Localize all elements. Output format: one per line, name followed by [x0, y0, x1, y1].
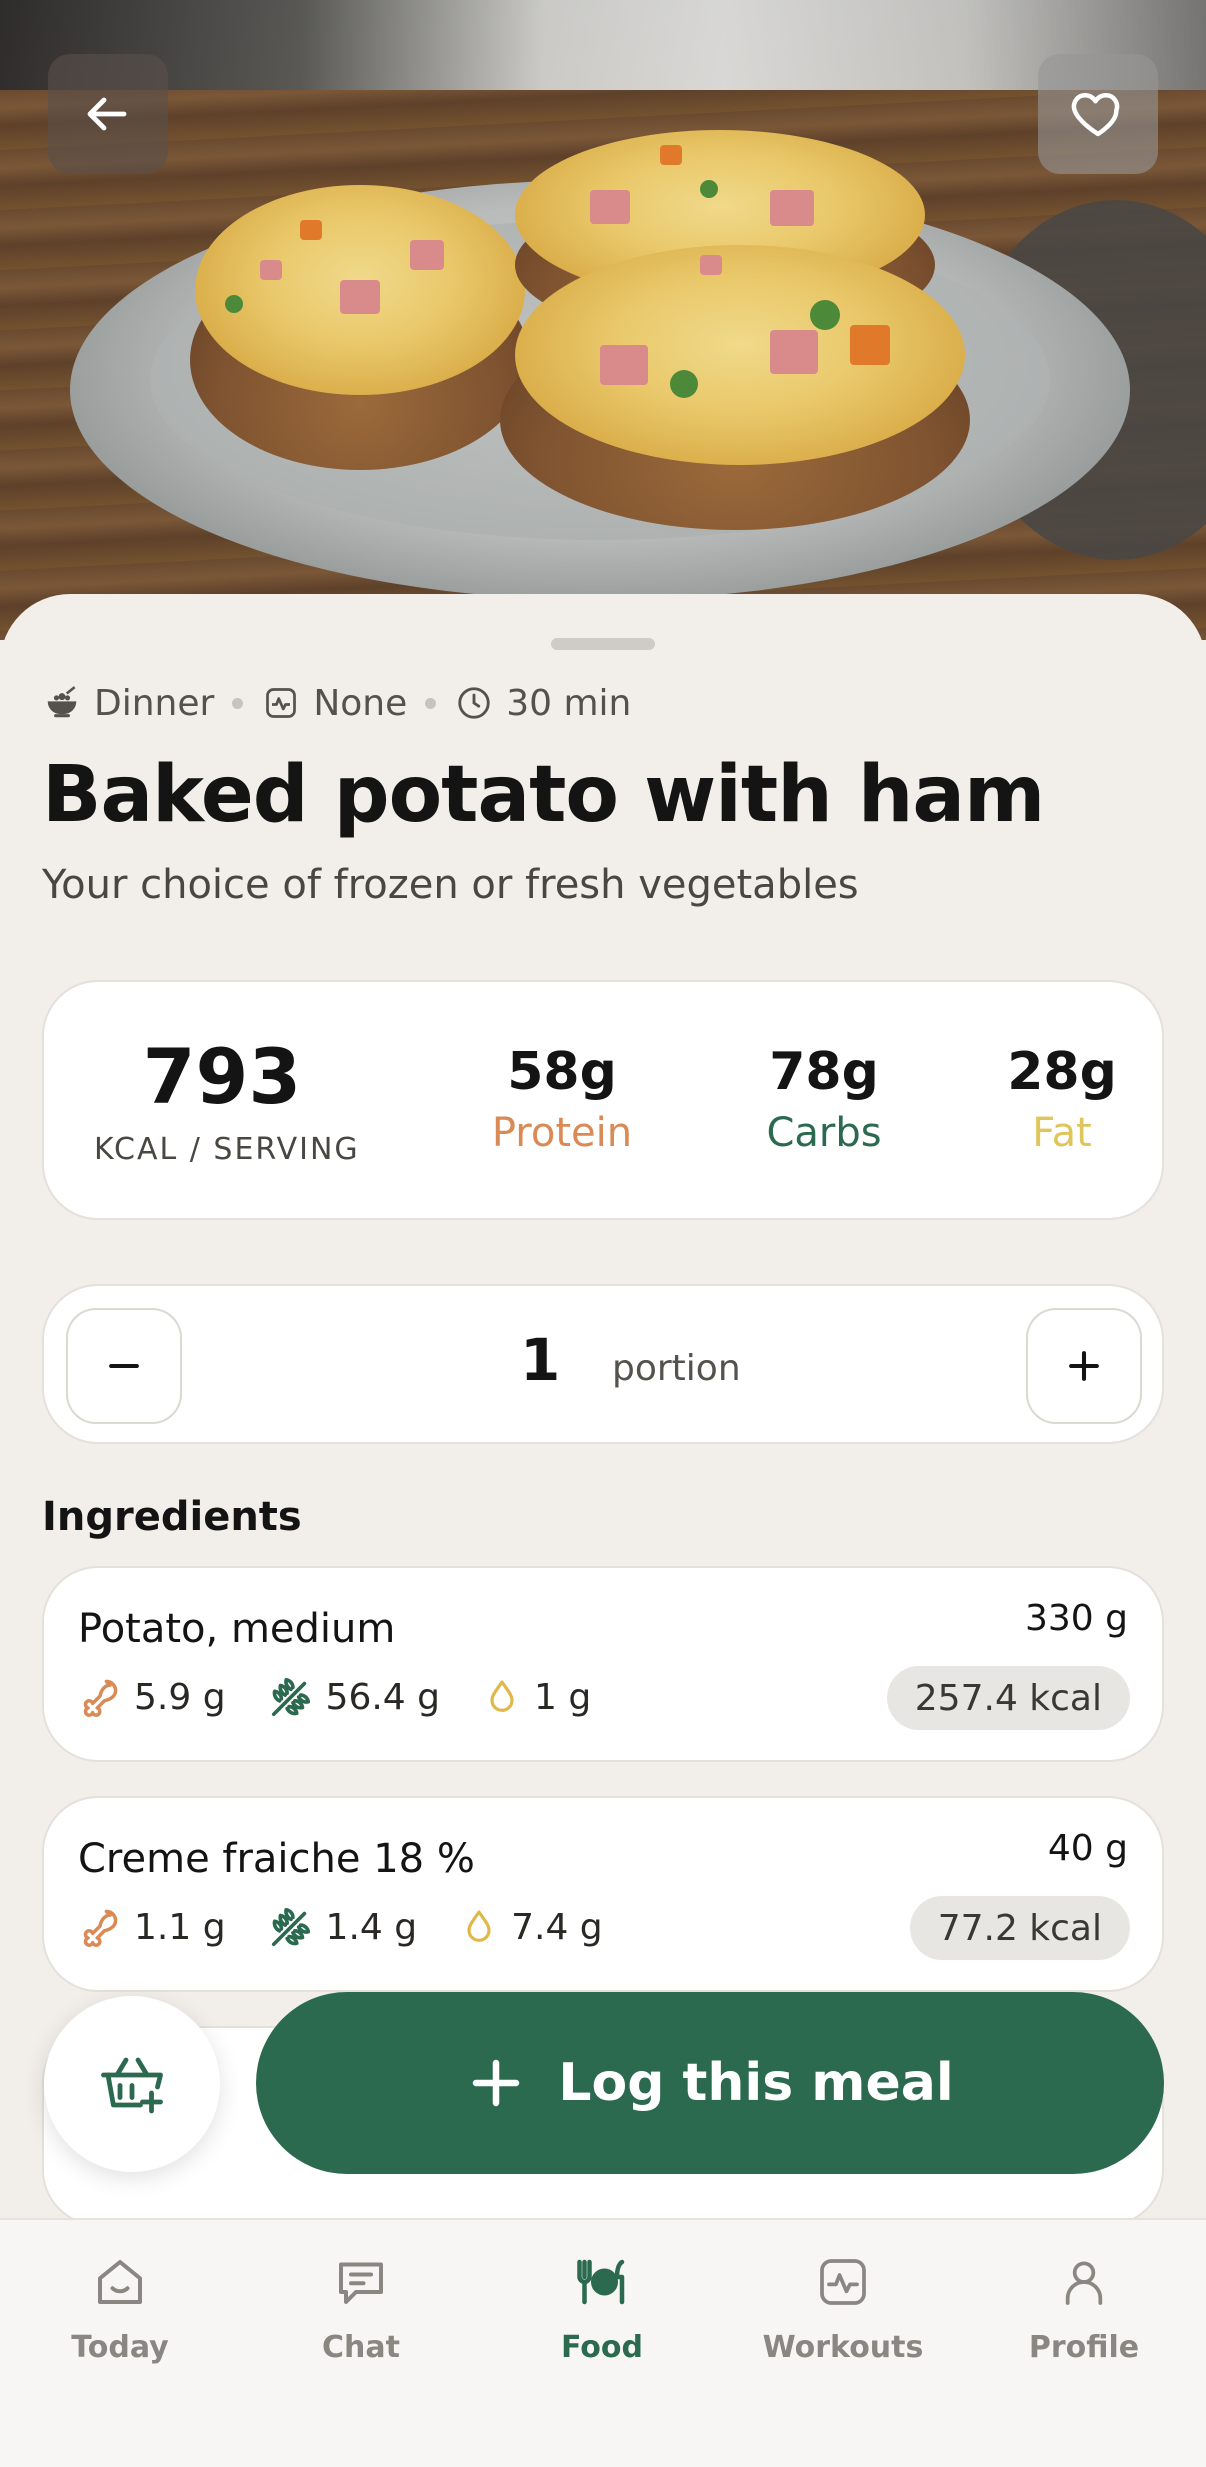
nav-item-today[interactable]: Today — [20, 2250, 220, 2365]
protein-stat: 58g Protein — [462, 1042, 662, 1156]
ingredient-fat: 1 g — [534, 1676, 592, 1718]
ingredient-protein: 5.9 g — [134, 1676, 226, 1718]
ingredient-carbs: 56.4 g — [325, 1676, 440, 1718]
ingredient-fat: 7.4 g — [511, 1906, 603, 1948]
clock-icon — [454, 683, 494, 723]
nav-item-workouts[interactable]: Workouts — [743, 2250, 943, 2365]
increase-portion-button[interactable] — [1026, 1308, 1142, 1424]
protein-label: Protein — [491, 1110, 633, 1156]
portion-count: 1 — [520, 1326, 561, 1394]
carbs-value: 78g — [769, 1042, 879, 1102]
protein-drumstick-icon — [83, 1909, 118, 1947]
log-meal-button[interactable]: Log this meal — [256, 1992, 1164, 2174]
recipe-subtitle: Your choice of frozen or fresh vegetable… — [42, 862, 859, 908]
decrease-portion-button[interactable] — [66, 1308, 182, 1424]
nav-label: Today — [71, 2330, 169, 2365]
fat-value: 28g — [1007, 1042, 1117, 1102]
plus-icon — [473, 2059, 520, 2107]
ingredient-macros: 1.1 g 1.4 g 7.4 g — [78, 1904, 645, 1950]
ingredients-heading: Ingredients — [42, 1494, 302, 1540]
food-icon — [577, 2259, 625, 2305]
add-to-shopping-list-button[interactable] — [44, 1996, 220, 2172]
recipe-meta: Dinner None 30 min — [42, 678, 631, 728]
portion-label: portion — [612, 1348, 741, 1389]
activity-icon — [261, 683, 301, 723]
carbs-wheat-icon — [271, 1677, 310, 1717]
activity-icon — [820, 2259, 866, 2305]
protein-drumstick-icon — [83, 1679, 118, 1717]
chat-icon — [339, 2262, 383, 2304]
favorite-button[interactable] — [1038, 54, 1158, 174]
nav-item-food[interactable]: Food — [502, 2250, 702, 2365]
drag-handle[interactable] — [551, 638, 655, 650]
plus-icon — [1069, 1351, 1099, 1381]
nav-label: Chat — [322, 2330, 400, 2365]
nutrition-summary-card: 793 KCAL / SERVING 58g Protein 78g Carbs… — [42, 980, 1164, 1220]
ingredient-macros: 5.9 g 56.4 g 1 g — [78, 1674, 633, 1720]
carbs-label: Carbs — [766, 1110, 882, 1156]
nav-label: Food — [561, 2330, 643, 2365]
log-meal-label: Log this meal — [558, 2053, 954, 2113]
fat-stat: 28g Fat — [962, 1042, 1162, 1156]
ingredient-kcal-badge: 257.4 kcal — [886, 1666, 1130, 1730]
nav-label: Profile — [1028, 2330, 1140, 2365]
fat-label: Fat — [1032, 1110, 1092, 1156]
ingredient-protein: 1.1 g — [134, 1906, 226, 1948]
back-button[interactable] — [48, 54, 168, 174]
portion-stepper: 1 portion — [42, 1284, 1164, 1444]
protein-value: 58g — [507, 1042, 617, 1102]
ingredient-carbs: 1.4 g — [325, 1906, 418, 1948]
activity-level: None — [313, 682, 408, 724]
home-icon — [98, 2260, 142, 2304]
ingredient-weight: 40 g — [1047, 1828, 1128, 1869]
bowl-icon — [42, 683, 82, 723]
carbs-wheat-icon — [271, 1907, 310, 1947]
nav-item-chat[interactable]: Chat — [261, 2250, 461, 2365]
profile-icon — [1065, 2261, 1103, 2305]
ingredient-kcal-badge: 77.2 kcal — [909, 1896, 1130, 1960]
recipe-sheet: Dinner None 30 min Baked potato with ham… — [0, 594, 1206, 2467]
carbs-stat: 78g Carbs — [724, 1042, 924, 1156]
recipe-hero-image — [0, 0, 1206, 640]
ingredient-name: Creme fraiche 18 % — [78, 1836, 475, 1882]
duration: 30 min — [506, 682, 632, 724]
kcal-value: 793 — [142, 1032, 302, 1121]
heart-icon — [1071, 93, 1120, 137]
ingredient-item[interactable]: Creme fraiche 18 % 40 g 1.1 g 1.4 g 7.4 … — [42, 1796, 1164, 1992]
fat-drop-icon — [490, 1680, 514, 1712]
bottom-navigation: Today Chat Food Workouts Profile — [0, 2218, 1206, 2467]
ingredient-weight: 330 g — [1024, 1598, 1128, 1639]
nav-label: Workouts — [762, 2330, 924, 2365]
fat-drop-icon — [467, 1910, 491, 1942]
ingredient-name: Potato, medium — [78, 1606, 396, 1652]
kcal-label: KCAL / SERVING — [94, 1132, 360, 1167]
meal-type: Dinner — [94, 682, 215, 724]
arrow-left-icon — [87, 97, 127, 131]
basket-plus-icon — [101, 2057, 163, 2114]
recipe-title: Baked potato with ham — [42, 750, 1045, 840]
minus-icon — [109, 1363, 139, 1369]
ingredient-item[interactable]: Potato, medium 330 g 5.9 g 56.4 g 1 g 25… — [42, 1566, 1164, 1762]
nav-item-profile[interactable]: Profile — [984, 2250, 1184, 2365]
